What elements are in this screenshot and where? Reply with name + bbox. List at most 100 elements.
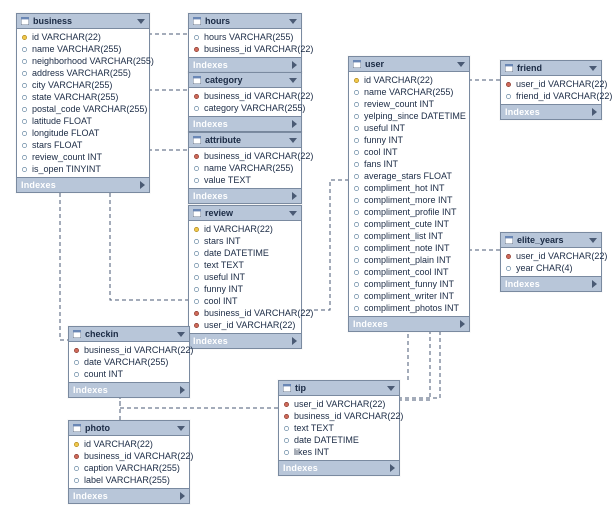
indexes-section[interactable]: Indexes <box>349 316 469 331</box>
collapse-icon[interactable] <box>457 62 465 67</box>
entity-category[interactable]: categorybusiness_id VARCHAR(22)category … <box>188 72 302 132</box>
entity-attribute[interactable]: attribute business_id VARCHAR(22)name VAR… <box>188 132 302 204</box>
column-row[interactable]: user_id VARCHAR(22) <box>501 250 601 262</box>
column-row[interactable]: compliment_plain INT <box>349 254 469 266</box>
column-row[interactable]: funny INT <box>349 134 469 146</box>
entity-header[interactable]: photo <box>69 421 189 436</box>
expand-icon[interactable] <box>390 464 395 472</box>
column-row[interactable]: likes INT <box>279 446 399 458</box>
expand-icon[interactable] <box>460 320 465 328</box>
entity-header[interactable]: hours <box>189 14 301 29</box>
indexes-section[interactable]: Indexes <box>189 57 301 72</box>
collapse-icon[interactable] <box>177 426 185 431</box>
entity-user[interactable]: userid VARCHAR(22)name VARCHAR(255)revie… <box>348 56 470 332</box>
column-row[interactable]: stars FLOAT <box>17 139 149 151</box>
column-row[interactable]: text TEXT <box>279 422 399 434</box>
column-row[interactable]: compliment_hot INT <box>349 182 469 194</box>
entity-elite_years[interactable]: elite_years user_id VARCHAR(22)year CHAR(… <box>500 232 602 292</box>
indexes-section[interactable]: Indexes <box>279 460 399 475</box>
indexes-section[interactable]: Indexes <box>501 276 601 291</box>
entity-header[interactable]: friend <box>501 61 601 76</box>
entity-friend[interactable]: friend user_id VARCHAR(22)friend_id VARCH… <box>500 60 602 120</box>
expand-icon[interactable] <box>292 120 297 128</box>
entity-hours[interactable]: hours hours VARCHAR(255)business_id VARCH… <box>188 13 302 73</box>
collapse-icon[interactable] <box>289 211 297 216</box>
column-row[interactable]: compliment_photos INT <box>349 302 469 314</box>
column-row[interactable]: useful INT <box>349 122 469 134</box>
entity-header[interactable]: tip <box>279 381 399 396</box>
column-row[interactable]: business_id VARCHAR(22) <box>279 410 399 422</box>
column-row[interactable]: user_id VARCHAR(22) <box>189 319 301 331</box>
expand-icon[interactable] <box>292 192 297 200</box>
column-row[interactable]: cool INT <box>349 146 469 158</box>
column-row[interactable]: review_count INT <box>17 151 149 163</box>
column-row[interactable]: compliment_more INT <box>349 194 469 206</box>
column-row[interactable]: name VARCHAR(255) <box>17 43 149 55</box>
entity-checkin[interactable]: checkin business_id VARCHAR(22)date VARCH… <box>68 326 190 398</box>
column-row[interactable]: fans INT <box>349 158 469 170</box>
collapse-icon[interactable] <box>387 386 395 391</box>
column-row[interactable]: compliment_note INT <box>349 242 469 254</box>
column-row[interactable]: caption VARCHAR(255) <box>69 462 189 474</box>
column-row[interactable]: business_id VARCHAR(22) <box>189 150 301 162</box>
expand-icon[interactable] <box>180 492 185 500</box>
column-row[interactable]: stars INT <box>189 235 301 247</box>
entity-tip[interactable]: tip user_id VARCHAR(22)business_id VARCHA… <box>278 380 400 476</box>
indexes-section[interactable]: Indexes <box>69 488 189 503</box>
indexes-section[interactable]: Indexes <box>69 382 189 397</box>
indexes-section[interactable]: Indexes <box>189 116 301 131</box>
column-row[interactable]: user_id VARCHAR(22) <box>501 78 601 90</box>
expand-icon[interactable] <box>592 108 597 116</box>
column-row[interactable]: funny INT <box>189 283 301 295</box>
column-row[interactable]: date DATETIME <box>279 434 399 446</box>
entity-header[interactable]: category <box>189 73 301 88</box>
column-row[interactable]: city VARCHAR(255) <box>17 79 149 91</box>
collapse-icon[interactable] <box>177 332 185 337</box>
column-row[interactable]: postal_code VARCHAR(255) <box>17 103 149 115</box>
entity-header[interactable]: review <box>189 206 301 221</box>
column-row[interactable]: compliment_funny INT <box>349 278 469 290</box>
column-row[interactable]: state VARCHAR(255) <box>17 91 149 103</box>
entity-header[interactable]: attribute <box>189 133 301 148</box>
entity-review[interactable]: reviewid VARCHAR(22)stars INTdate DATETI… <box>188 205 302 349</box>
column-row[interactable]: name VARCHAR(255) <box>189 162 301 174</box>
column-row[interactable]: cool INT <box>189 295 301 307</box>
entity-header[interactable]: elite_years <box>501 233 601 248</box>
expand-icon[interactable] <box>592 280 597 288</box>
indexes-section[interactable]: Indexes <box>501 104 601 119</box>
column-row[interactable]: business_id VARCHAR(22) <box>69 344 189 356</box>
collapse-icon[interactable] <box>289 138 297 143</box>
column-row[interactable]: average_stars FLOAT <box>349 170 469 182</box>
column-row[interactable]: business_id VARCHAR(22) <box>189 307 301 319</box>
column-row[interactable]: compliment_profile INT <box>349 206 469 218</box>
expand-icon[interactable] <box>140 181 145 189</box>
collapse-icon[interactable] <box>289 78 297 83</box>
indexes-section[interactable]: Indexes <box>189 188 301 203</box>
column-row[interactable]: business_id VARCHAR(22) <box>189 43 301 55</box>
entity-photo[interactable]: photoid VARCHAR(22)business_id VARCHAR(2… <box>68 420 190 504</box>
column-row[interactable]: latitude FLOAT <box>17 115 149 127</box>
column-row[interactable]: compliment_cute INT <box>349 218 469 230</box>
expand-icon[interactable] <box>292 61 297 69</box>
column-row[interactable]: year CHAR(4) <box>501 262 601 274</box>
entity-header[interactable]: checkin <box>69 327 189 342</box>
collapse-icon[interactable] <box>289 19 297 24</box>
column-row[interactable]: useful INT <box>189 271 301 283</box>
column-row[interactable]: id VARCHAR(22) <box>17 31 149 43</box>
column-row[interactable]: count INT <box>69 368 189 380</box>
column-row[interactable]: hours VARCHAR(255) <box>189 31 301 43</box>
column-row[interactable]: compliment_list INT <box>349 230 469 242</box>
indexes-section[interactable]: Indexes <box>17 177 149 192</box>
collapse-icon[interactable] <box>589 238 597 243</box>
column-row[interactable]: value TEXT <box>189 174 301 186</box>
column-row[interactable]: user_id VARCHAR(22) <box>279 398 399 410</box>
indexes-section[interactable]: Indexes <box>189 333 301 348</box>
column-row[interactable]: compliment_cool INT <box>349 266 469 278</box>
column-row[interactable]: friend_id VARCHAR(22) <box>501 90 601 102</box>
column-row[interactable]: is_open TINYINT <box>17 163 149 175</box>
column-row[interactable]: longitude FLOAT <box>17 127 149 139</box>
column-row[interactable]: id VARCHAR(22) <box>349 74 469 86</box>
column-row[interactable]: id VARCHAR(22) <box>189 223 301 235</box>
column-row[interactable]: text TEXT <box>189 259 301 271</box>
column-row[interactable]: date VARCHAR(255) <box>69 356 189 368</box>
